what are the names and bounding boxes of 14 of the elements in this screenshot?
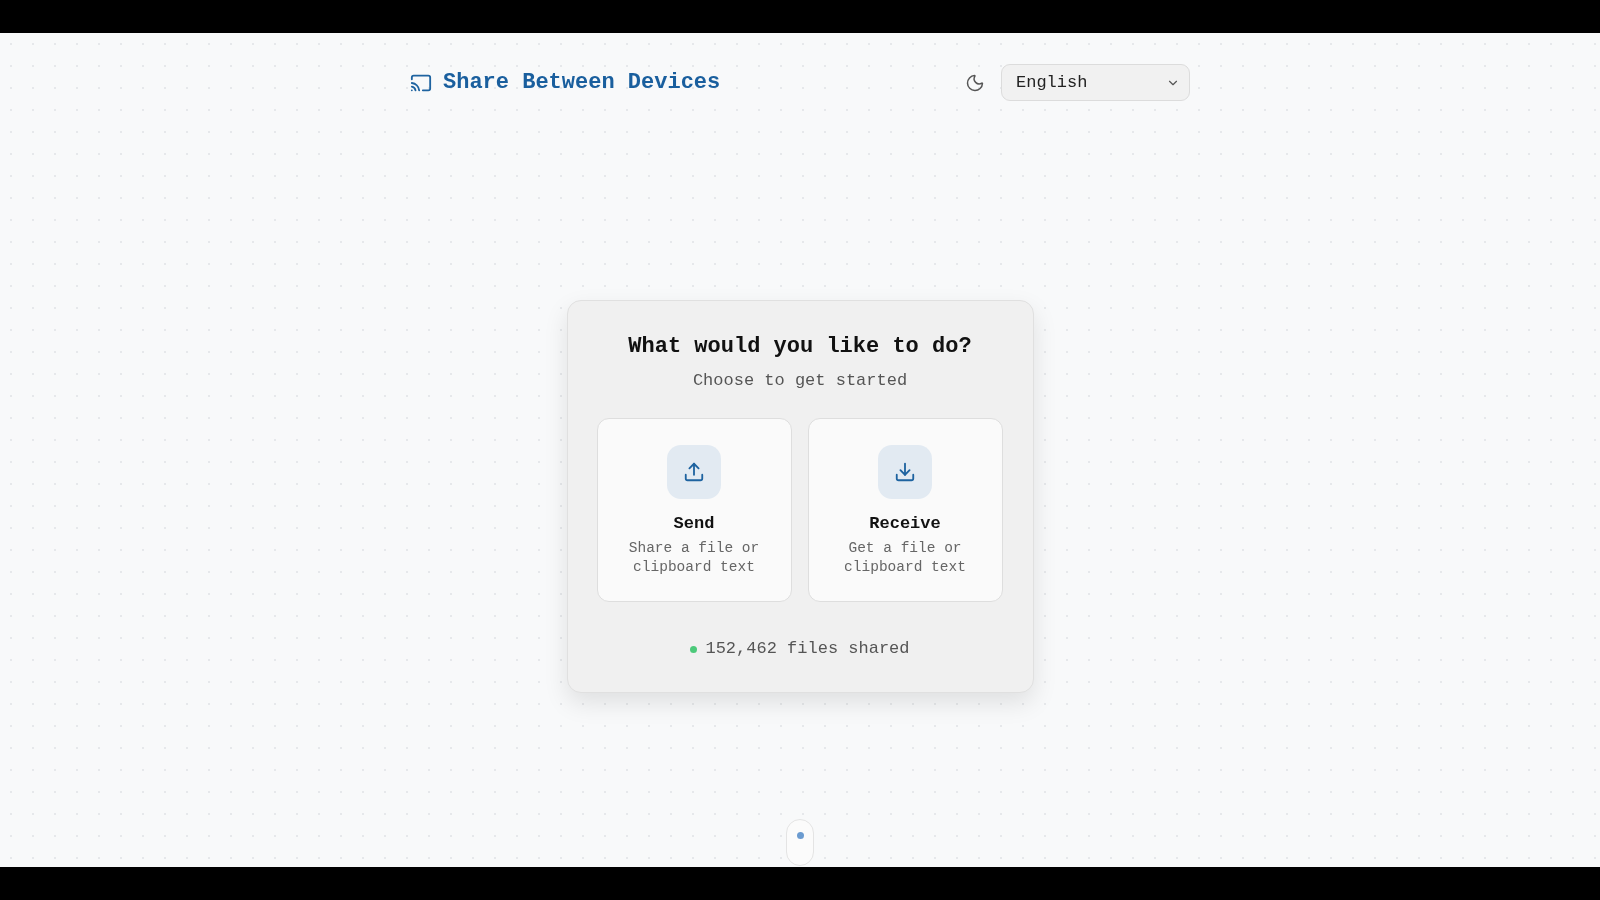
option-description: Get a file or clipboard text — [843, 539, 967, 577]
upload-icon — [667, 445, 721, 499]
card-subheading: Choose to get started — [692, 370, 908, 392]
option-title: Receive — [869, 513, 941, 535]
app-title: Share Between Devices — [443, 68, 721, 97]
moon-icon[interactable] — [965, 72, 985, 93]
option-card[interactable]: Receive Get a file or clipboard text — [807, 418, 1003, 602]
card-heading: What would you like to do? — [628, 333, 972, 361]
language-select[interactable]: English — [1001, 64, 1190, 101]
option-description: Share a file or clipboard text — [627, 539, 761, 577]
download-icon — [878, 445, 932, 499]
files-shared-count: 152,462 files shared — [705, 638, 910, 660]
option-title: Send — [673, 513, 715, 535]
option-card[interactable]: Send Share a file or clipboard text — [596, 418, 792, 602]
